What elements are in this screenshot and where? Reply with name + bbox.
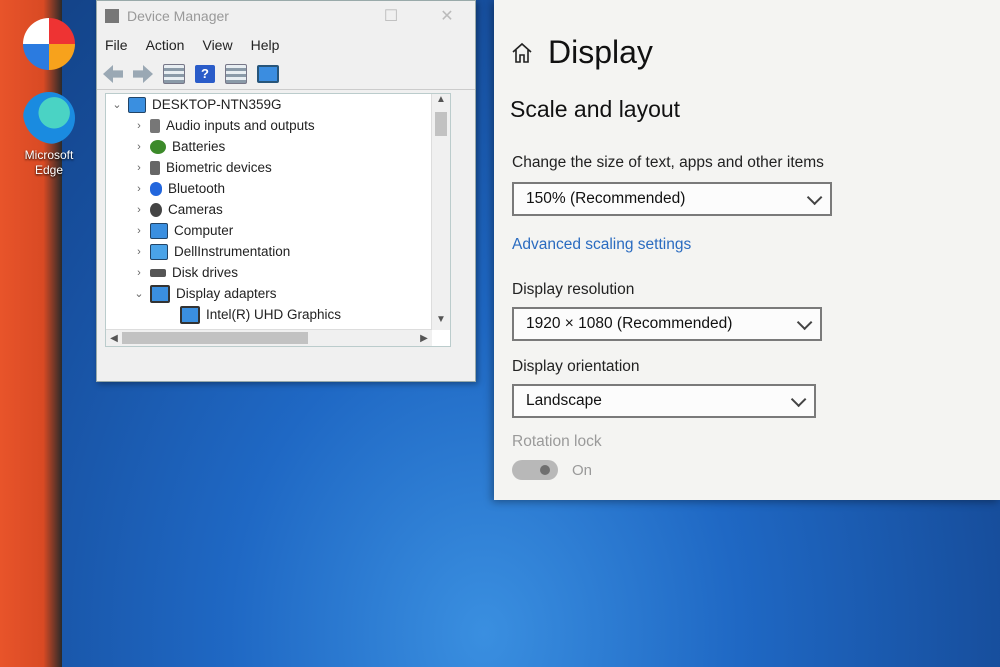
monitor-icon: [150, 222, 168, 239]
title-bar[interactable]: Device Manager ☐ ✕: [97, 1, 475, 31]
help-icon[interactable]: ?: [195, 65, 215, 83]
chevron-right-icon[interactable]: ›: [132, 120, 146, 132]
orientation-value: Landscape: [526, 392, 602, 409]
speaker-icon: [150, 118, 160, 133]
scroll-left-icon[interactable]: ◀: [106, 333, 122, 344]
tree-item-label: Audio inputs and outputs: [166, 118, 315, 133]
camera-icon: [150, 202, 162, 217]
app-logo-icon: [23, 18, 75, 70]
settings-window: Display Scale and layout Change the size…: [494, 0, 1000, 500]
menu-file[interactable]: File: [105, 37, 128, 53]
chevron-right-icon[interactable]: ›: [132, 246, 146, 258]
chevron-right-icon[interactable]: ›: [132, 204, 146, 216]
tree-item-cameras[interactable]: › Cameras: [106, 199, 450, 220]
tree-item-label: DellInstrumentation: [174, 244, 291, 259]
chevron-right-icon[interactable]: ›: [132, 267, 146, 279]
monitor-icon: [150, 243, 168, 260]
rotation-lock-toggle[interactable]: [512, 460, 558, 480]
display-adapter-icon: [150, 284, 170, 303]
tree-item-display-adapters[interactable]: ⌄ Display adapters: [106, 283, 450, 304]
tree-item-label: Cameras: [168, 202, 223, 217]
computer-icon: [128, 96, 146, 113]
fingerprint-icon: [150, 160, 160, 175]
battery-icon: [150, 139, 166, 154]
edge-icon: [23, 92, 75, 144]
scroll-thumb[interactable]: [435, 112, 447, 136]
resolution-dropdown[interactable]: 1920 × 1080 (Recommended): [512, 307, 822, 341]
desktop-edge-icon[interactable]: Microsoft Edge: [14, 92, 84, 178]
tree-item-label: Batteries: [172, 139, 226, 154]
forward-arrow-icon[interactable]: [133, 65, 153, 83]
properties-icon[interactable]: [163, 64, 185, 84]
window-title: Device Manager: [127, 8, 229, 24]
chevron-down-icon[interactable]: ⌄: [132, 287, 146, 300]
toolbar: ?: [97, 59, 475, 90]
page-header: Display: [510, 34, 653, 71]
maximize-button[interactable]: ☐: [363, 6, 419, 26]
view-icon[interactable]: [225, 64, 247, 84]
resolution-label: Display resolution: [512, 281, 635, 298]
tree-item-label: Biometric devices: [166, 160, 272, 175]
page-title: Display: [548, 34, 653, 70]
tree-item-dellinstrumentation[interactable]: › DellInstrumentation: [106, 241, 450, 262]
disk-drive-icon: [150, 268, 166, 277]
section-title: Scale and layout: [510, 96, 681, 122]
tree-item-disk-drives[interactable]: › Disk drives: [106, 262, 450, 283]
chevron-down-icon: [806, 189, 823, 205]
toggle-knob: [540, 465, 550, 475]
scroll-thumb[interactable]: [122, 332, 308, 344]
scale-dropdown[interactable]: 150% (Recommended): [512, 182, 832, 216]
scale-value: 150% (Recommended): [526, 190, 686, 207]
tree-item-label: Bluetooth: [168, 181, 226, 196]
desktop-icon-label: Microsoft Edge: [24, 148, 74, 177]
chevron-down-icon[interactable]: ⌄: [110, 98, 124, 111]
home-icon[interactable]: [510, 41, 534, 65]
advanced-scaling-link[interactable]: Advanced scaling settings: [512, 236, 691, 254]
tree-item-label: Intel(R) UHD Graphics: [206, 307, 342, 322]
chevron-right-icon[interactable]: ›: [132, 162, 146, 174]
chevron-down-icon: [796, 314, 813, 330]
orientation-dropdown[interactable]: Landscape: [512, 384, 816, 418]
tree-item-batteries[interactable]: › Batteries: [106, 136, 450, 157]
scroll-up-icon[interactable]: ▲: [432, 94, 450, 110]
desktop-app-icon[interactable]: [14, 18, 84, 70]
back-arrow-icon[interactable]: [103, 65, 123, 83]
tree-root-label: DESKTOP-NTN359G: [152, 97, 282, 112]
rotation-lock-label: Rotation lock: [512, 433, 602, 450]
tree-item-computer[interactable]: › Computer: [106, 220, 450, 241]
tree-item-bluetooth[interactable]: › Bluetooth: [106, 178, 450, 199]
scroll-right-icon[interactable]: ▶: [416, 333, 432, 344]
tree-item-label: Computer: [174, 223, 234, 238]
tree-item-audio[interactable]: › Audio inputs and outputs: [106, 115, 450, 136]
menu-view[interactable]: View: [202, 37, 232, 53]
tree-root[interactable]: ⌄ DESKTOP-NTN359G: [106, 94, 450, 115]
rotation-lock-state: On: [572, 462, 593, 479]
bluetooth-icon: [150, 181, 162, 196]
horizontal-scrollbar[interactable]: ◀ ▶: [106, 329, 432, 346]
menu-help[interactable]: Help: [251, 37, 280, 53]
device-tree[interactable]: ⌄ DESKTOP-NTN359G › Audio inputs and out…: [105, 93, 451, 347]
resolution-value: 1920 × 1080 (Recommended): [526, 315, 733, 332]
monitor-icon[interactable]: [257, 65, 279, 83]
device-manager-window[interactable]: Device Manager ☐ ✕ File Action View Help…: [96, 0, 476, 382]
vertical-scrollbar[interactable]: ▲ ▼: [431, 94, 450, 330]
close-button[interactable]: ✕: [419, 6, 475, 26]
display-adapter-icon: [180, 305, 200, 324]
device-manager-icon: [105, 9, 119, 23]
menu-bar: File Action View Help: [97, 31, 475, 59]
scale-label: Change the size of text, apps and other …: [512, 154, 824, 171]
tree-item-biometric[interactable]: › Biometric devices: [106, 157, 450, 178]
tree-item-intel-graphics[interactable]: Intel(R) UHD Graphics: [106, 304, 450, 325]
menu-action[interactable]: Action: [146, 37, 185, 53]
tree-item-label: Display adapters: [176, 286, 277, 301]
tree-item-label: Disk drives: [172, 265, 239, 280]
chevron-down-icon: [790, 391, 807, 407]
chevron-right-icon[interactable]: ›: [132, 141, 146, 153]
scroll-down-icon[interactable]: ▼: [432, 314, 450, 330]
orientation-label: Display orientation: [512, 358, 640, 375]
chevron-right-icon[interactable]: ›: [132, 225, 146, 237]
chevron-right-icon[interactable]: ›: [132, 183, 146, 195]
